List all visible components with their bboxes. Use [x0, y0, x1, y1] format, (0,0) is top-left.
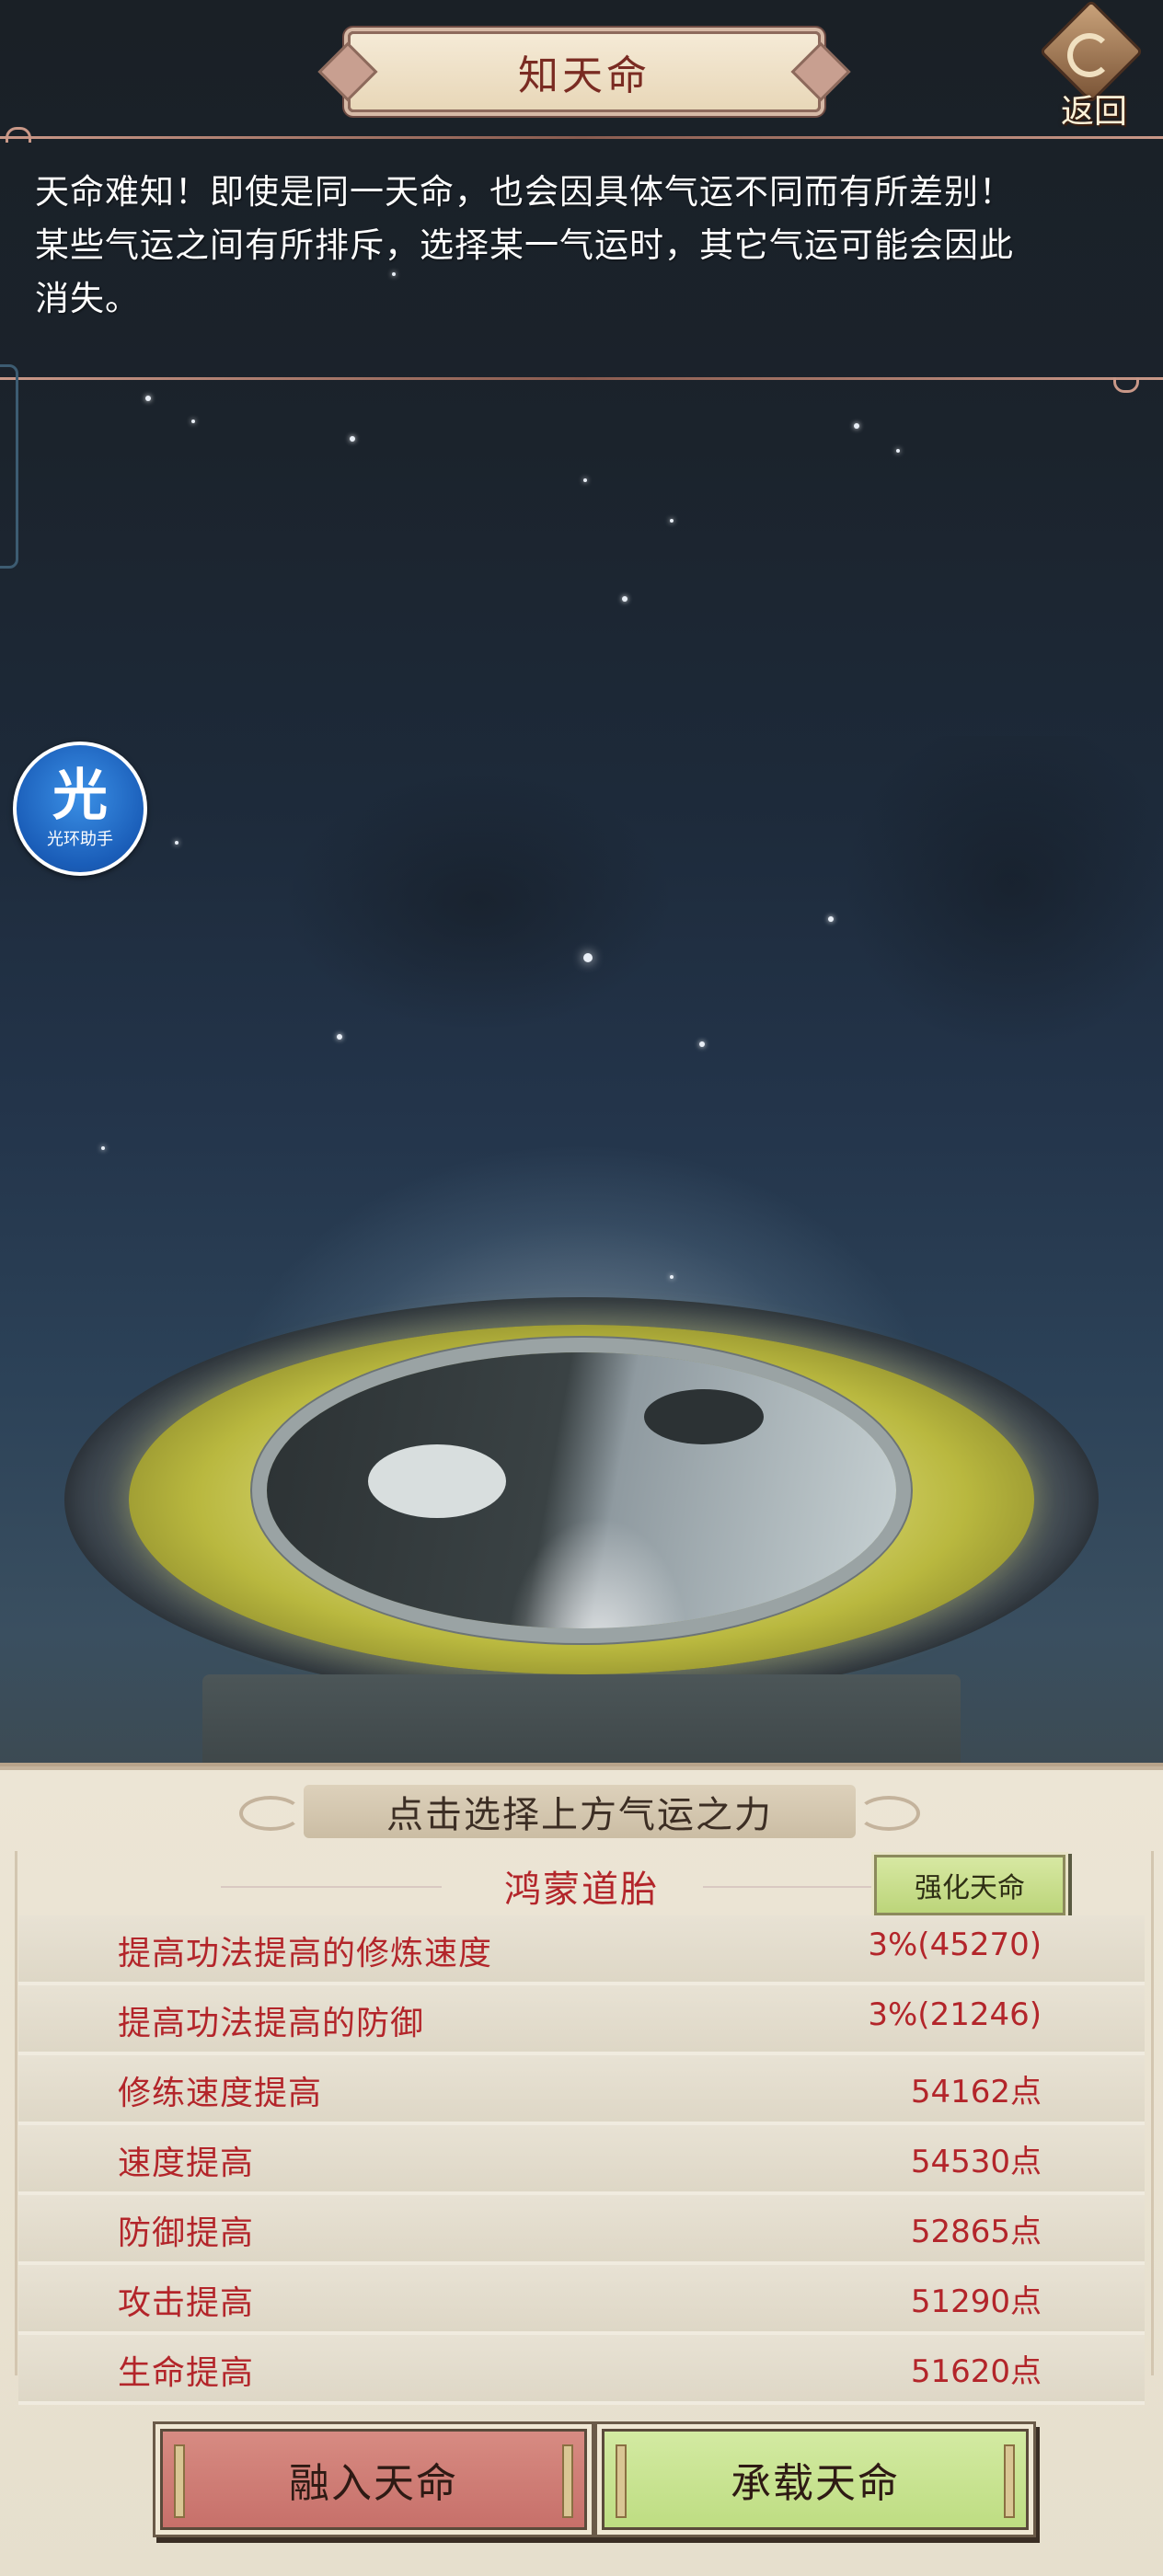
stat-value: 54530点: [910, 2144, 1042, 2180]
intro-line: 天命难知！即使是同一天命，也会因具体气运不同而有所差别！: [35, 172, 1014, 212]
star: [583, 953, 593, 962]
halo-assistant-button[interactable]: 光 光环助手: [13, 742, 147, 876]
star: [622, 596, 628, 602]
stat-row[interactable]: 生命提高 51620点: [18, 2335, 1145, 2405]
stat-label: 攻击提高: [118, 2284, 255, 2322]
stat-row[interactable]: 速度提高 54530点: [18, 2125, 1145, 2195]
fate-stats-list: 提高功法提高的修炼速度 3%(45270) 提高功法提高的防御 3%(21246…: [18, 1915, 1145, 2405]
star: [145, 396, 151, 401]
app-root: 知天命 返回 天命难知！即使是同一天命，也会因具体气运不同而有所差别！ 某些气运…: [0, 0, 1163, 2576]
star: [191, 420, 195, 423]
halo-assistant-label: 光环助手: [47, 830, 113, 849]
intro-divider: [0, 377, 1163, 380]
stat-label: 生命提高: [118, 2354, 255, 2392]
halo-assistant-icon: 光: [52, 764, 108, 828]
back-label: 返回: [1060, 93, 1127, 131]
mountain-silhouette: [0, 736, 1163, 1214]
back-button[interactable]: 返回: [1034, 0, 1146, 131]
stat-label: 提高功法提高的防御: [118, 2005, 425, 2042]
stat-label: 防御提高: [118, 2214, 255, 2252]
panel-heading-bar: 点击选择上方气运之力: [239, 1785, 920, 1838]
star: [670, 519, 674, 523]
back-swirl-icon: [1067, 33, 1111, 77]
star: [101, 1146, 105, 1150]
taiji-light-eye: [368, 1444, 506, 1518]
stat-value: 54162点: [910, 2074, 1042, 2110]
left-edge-tab[interactable]: [0, 364, 18, 569]
stat-value: 3%(45270): [868, 1926, 1042, 1963]
header-divider: [0, 136, 1163, 139]
stat-row[interactable]: 攻击提高 51290点: [18, 2265, 1145, 2335]
taiji-symbol[interactable]: [267, 1352, 896, 1628]
fate-name: 鸿蒙道胎: [504, 1869, 659, 1911]
enhance-fate-button[interactable]: 强化天命: [874, 1855, 1065, 1915]
action-button-row: 融入天命 承载天命: [0, 2429, 1163, 2530]
bear-fate-button[interactable]: 承载天命: [602, 2429, 1029, 2530]
stat-value: 51290点: [910, 2283, 1042, 2320]
panel-heading: 点击选择上方气运之力: [386, 1794, 773, 1836]
star: [896, 449, 900, 453]
stat-value: 51620点: [910, 2353, 1042, 2390]
star: [670, 1275, 674, 1279]
stat-label: 修练速度提高: [118, 2075, 323, 2112]
star: [175, 841, 178, 845]
intro-line: 消失。: [35, 279, 140, 318]
star: [854, 423, 859, 429]
stat-row[interactable]: 修练速度提高 54162点: [18, 2055, 1145, 2125]
stat-row[interactable]: 防御提高 52865点: [18, 2195, 1145, 2265]
title-banner: 知天命: [348, 31, 821, 112]
stat-value: 3%(21246): [868, 1996, 1042, 2033]
star: [699, 1041, 705, 1047]
stat-label: 提高功法提高的修炼速度: [118, 1935, 493, 1972]
page-title: 知天命: [518, 52, 651, 99]
star: [828, 916, 834, 922]
divider-curl: [6, 127, 31, 143]
intro-line: 某些气运之间有所排斥，选择某一气运时，其它气运可能会因此: [35, 225, 1014, 265]
intro-description: 天命难知！即使是同一天命，也会因具体气运不同而有所差别！ 某些气运之间有所排斥，…: [35, 166, 1130, 326]
stat-label: 速度提高: [118, 2145, 255, 2182]
star: [337, 1034, 342, 1040]
stat-row[interactable]: 提高功法提高的修炼速度 3%(45270): [18, 1915, 1145, 1985]
merge-fate-button[interactable]: 融入天命: [160, 2429, 587, 2530]
star: [350, 436, 355, 442]
altar-steps: [202, 1674, 961, 1776]
stat-row[interactable]: 提高功法提高的防御 3%(21246): [18, 1985, 1145, 2055]
star: [583, 478, 587, 482]
stat-value: 52865点: [910, 2214, 1042, 2250]
light-rays: [488, 1389, 727, 1628]
